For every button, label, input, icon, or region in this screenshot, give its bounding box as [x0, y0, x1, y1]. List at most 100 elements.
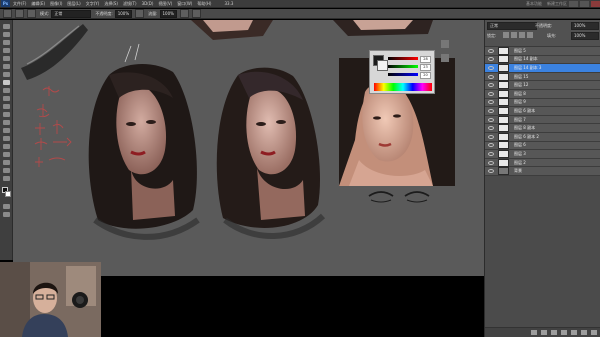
- workspace-label[interactable]: 基本功能: [526, 1, 542, 7]
- close-button[interactable]: [591, 0, 600, 7]
- airbrush-icon[interactable]: [179, 9, 189, 18]
- gradient-tool-icon[interactable]: [3, 112, 10, 117]
- eye-icon[interactable]: [488, 108, 494, 113]
- mode-select[interactable]: 正常: [51, 9, 92, 18]
- background-swatch[interactable]: [377, 60, 388, 71]
- layer-row[interactable]: 图层 15: [485, 72, 600, 82]
- path-select-tool-icon[interactable]: [3, 152, 10, 157]
- dodge-tool-icon[interactable]: [3, 128, 10, 133]
- blur-tool-icon[interactable]: [3, 120, 10, 125]
- menu-image[interactable]: 图像(I): [50, 1, 62, 7]
- eye-icon[interactable]: [488, 91, 494, 96]
- minimize-button[interactable]: [569, 0, 578, 7]
- layer-row[interactable]: 图层 14 副本: [485, 55, 600, 65]
- color-picker-panel[interactable]: 28 23 20: [369, 50, 435, 94]
- menu-file[interactable]: 文件(F): [13, 1, 26, 7]
- layer-opacity-input[interactable]: 100%: [571, 22, 599, 30]
- layer-row[interactable]: 背景: [485, 167, 600, 176]
- fill-input[interactable]: 100%: [571, 32, 599, 40]
- layer-row[interactable]: 图层 3: [485, 149, 600, 159]
- brush-tool-icon[interactable]: [3, 80, 10, 85]
- eye-icon[interactable]: [488, 65, 494, 70]
- eye-icon[interactable]: [488, 74, 494, 79]
- blue-value[interactable]: 20: [420, 72, 431, 79]
- brush-preset-icon[interactable]: [3, 9, 12, 18]
- background-color-swatch[interactable]: [5, 191, 11, 197]
- menu-window[interactable]: 窗口(W): [177, 1, 192, 7]
- history-brush-tool-icon[interactable]: [3, 96, 10, 101]
- eraser-tool-icon[interactable]: [3, 104, 10, 109]
- crop-tool-icon[interactable]: [3, 56, 10, 61]
- eye-icon[interactable]: [488, 134, 494, 139]
- clone-stamp-tool-icon[interactable]: [3, 88, 10, 93]
- new-workspace-label[interactable]: 新建工作区: [547, 1, 567, 7]
- opacity-input[interactable]: 100%: [114, 9, 133, 18]
- layer-row[interactable]: 图层 6 副本 2: [485, 132, 600, 142]
- menu-3d[interactable]: 3D(D): [142, 1, 154, 6]
- layer-row[interactable]: 图层 8: [485, 89, 600, 99]
- menu-layer[interactable]: 图层(L): [67, 1, 80, 7]
- green-value[interactable]: 23: [420, 64, 431, 71]
- eye-icon[interactable]: [488, 169, 494, 174]
- maximize-button[interactable]: [580, 0, 589, 7]
- eye-icon[interactable]: [488, 57, 494, 62]
- quick-mask-icon[interactable]: [3, 204, 10, 209]
- red-slider-row[interactable]: 28: [388, 56, 432, 63]
- menu-type[interactable]: 文字(Y): [86, 1, 100, 7]
- eye-icon[interactable]: [488, 151, 494, 156]
- quick-select-tool-icon[interactable]: [3, 48, 10, 53]
- layer-style-icon[interactable]: [541, 330, 547, 335]
- layer-row[interactable]: 图层 9: [485, 98, 600, 108]
- layer-row[interactable]: 图层 2: [485, 158, 600, 168]
- pen-tool-icon[interactable]: [3, 136, 10, 141]
- layer-row[interactable]: 图层 12: [485, 81, 600, 90]
- eye-icon[interactable]: [488, 117, 494, 122]
- eye-icon[interactable]: [488, 160, 494, 165]
- eyedropper-tool-icon[interactable]: [3, 64, 10, 69]
- brush-panel-icon[interactable]: [27, 9, 36, 18]
- brush-size-icon[interactable]: [15, 9, 24, 18]
- red-value[interactable]: 28: [420, 56, 431, 63]
- menu-view[interactable]: 视图(V): [158, 1, 172, 7]
- healing-tool-icon[interactable]: [3, 72, 10, 77]
- shape-tool-icon[interactable]: [3, 160, 10, 165]
- menu-edit[interactable]: 编辑(E): [31, 1, 45, 7]
- menu-filter[interactable]: 滤镜(T): [123, 1, 137, 7]
- menu-help[interactable]: 帮助(H): [197, 1, 211, 7]
- screen-mode-icon[interactable]: [3, 212, 10, 217]
- layer-row-selected[interactable]: 图层 14 副本 3: [485, 63, 600, 73]
- zoom-readout[interactable]: 33.3: [224, 1, 233, 6]
- marquee-tool-icon[interactable]: [3, 32, 10, 37]
- add-mask-icon[interactable]: [551, 330, 557, 335]
- move-tool-icon[interactable]: [3, 24, 10, 29]
- new-group-icon[interactable]: [571, 330, 577, 335]
- layer-row[interactable]: 图层 6 副本: [485, 106, 600, 116]
- lock-all-icon[interactable]: [527, 32, 533, 38]
- menu-select[interactable]: 选择(S): [104, 1, 118, 7]
- flow-input[interactable]: 100%: [159, 9, 177, 18]
- zoom-tool-icon[interactable]: [3, 176, 10, 181]
- layer-row[interactable]: 图层 6: [485, 141, 600, 151]
- lock-transparency-icon[interactable]: [503, 32, 509, 38]
- lock-position-icon[interactable]: [519, 32, 525, 38]
- delete-layer-icon[interactable]: [591, 330, 597, 335]
- layer-row[interactable]: 图层 5: [485, 46, 600, 56]
- eye-icon[interactable]: [488, 126, 494, 131]
- green-slider-row[interactable]: 23: [388, 64, 432, 71]
- eye-icon[interactable]: [488, 100, 494, 105]
- eye-icon[interactable]: [488, 143, 494, 148]
- layer-row[interactable]: 图层 8 副本: [485, 124, 600, 133]
- type-tool-icon[interactable]: [3, 144, 10, 149]
- hand-tool-icon[interactable]: [3, 168, 10, 173]
- pressure-opacity-icon[interactable]: [135, 9, 145, 18]
- color-spectrum-bar[interactable]: [374, 83, 432, 91]
- blue-slider-row[interactable]: 20: [388, 72, 432, 79]
- link-layers-icon[interactable]: [531, 330, 537, 335]
- new-layer-icon[interactable]: [581, 330, 587, 335]
- layer-row[interactable]: 图层 7: [485, 115, 600, 125]
- pressure-size-icon[interactable]: [191, 9, 201, 18]
- adjustment-layer-icon[interactable]: [561, 330, 567, 335]
- eye-icon[interactable]: [488, 48, 494, 53]
- eye-icon[interactable]: [488, 83, 494, 88]
- blend-mode-select[interactable]: 正常: [487, 22, 537, 30]
